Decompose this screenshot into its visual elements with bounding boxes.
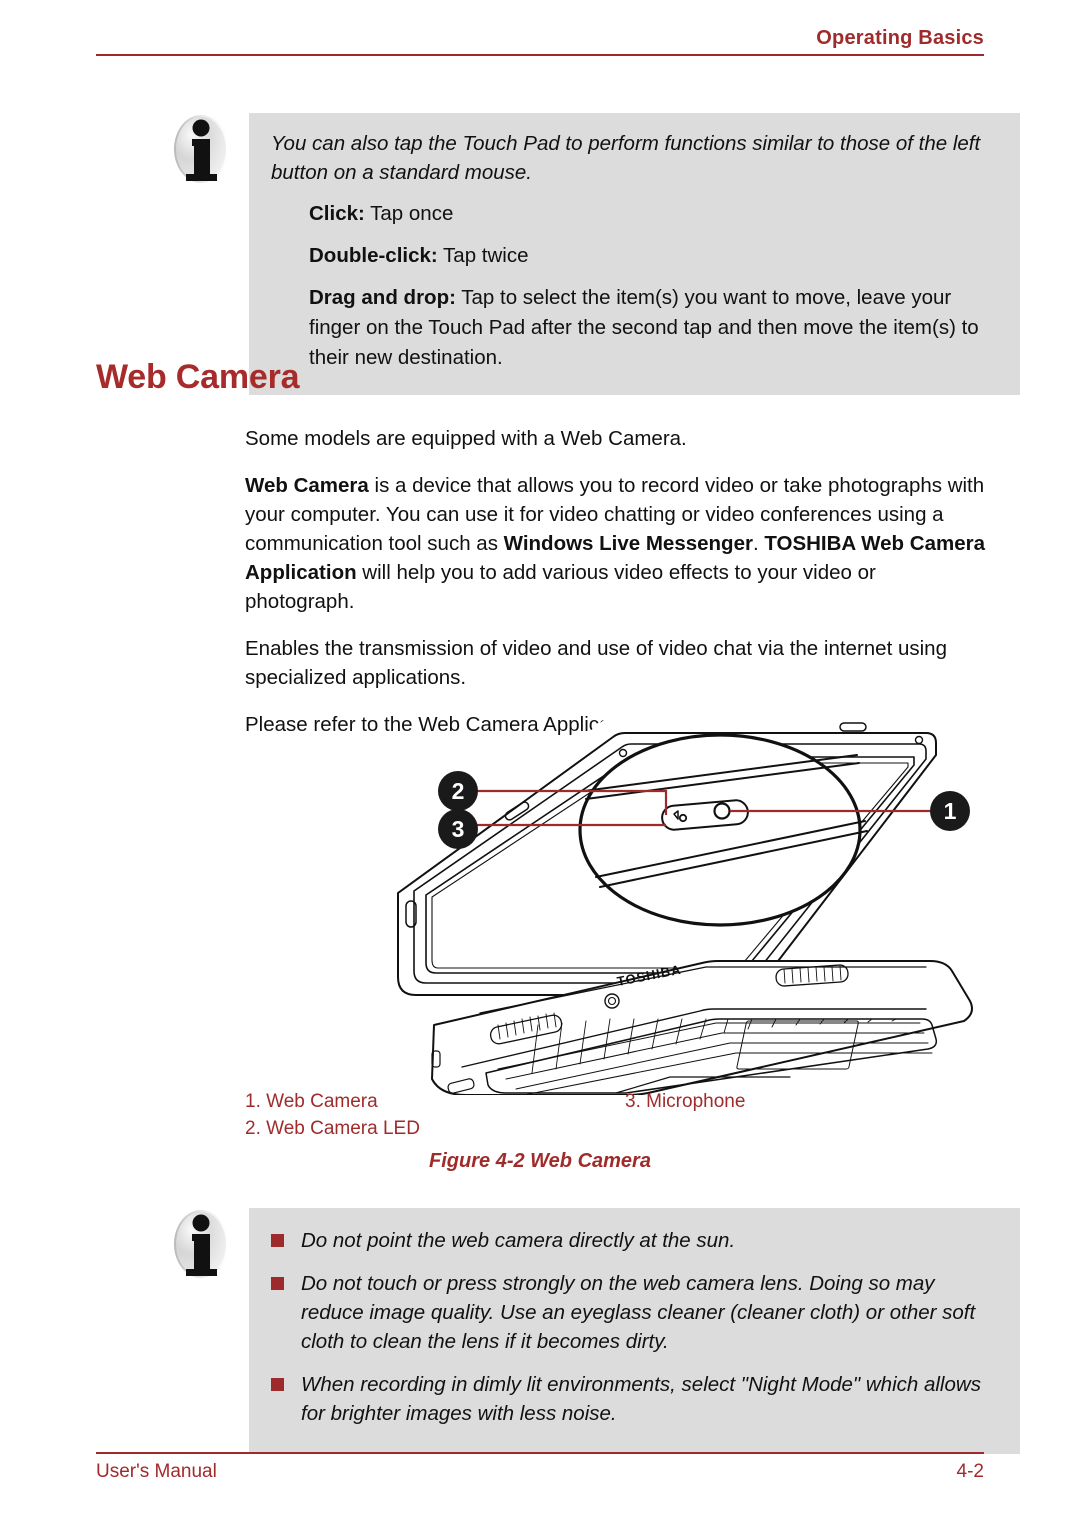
callout-number-2: 2: [452, 778, 465, 804]
header-title: Operating Basics: [816, 27, 984, 49]
caution-text-lens: Do not touch or press strongly on the we…: [301, 1272, 976, 1353]
paragraph-transmission: Enables the transmission of video and us…: [245, 637, 947, 689]
footer-document-title: User's Manual: [96, 1461, 217, 1482]
info-item-drag-and-drop-term: Drag and drop:: [309, 286, 456, 309]
page-footer: User's Manual 4-2: [96, 1452, 984, 1483]
figure-legend-item-1: 1. Web Camera: [245, 1091, 378, 1112]
caution-text-night-mode: When recording in dimly lit environments…: [301, 1373, 981, 1425]
caution-bullet-night-mode: When recording in dimly lit environments…: [271, 1370, 996, 1428]
info-box-camera-cautions-body: Do not point the web camera directly at …: [249, 1208, 1020, 1454]
figure-caption: Figure 4-2 Web Camera: [429, 1150, 651, 1172]
caution-bullet-lens: Do not touch or press strongly on the we…: [271, 1269, 996, 1356]
figure-legend-item-2: 2. Web Camera LED: [245, 1118, 420, 1139]
page-title: Web Camera: [96, 358, 300, 396]
info-item-drag-and-drop: Drag and drop: Tap to select the item(s)…: [309, 283, 1000, 373]
callout-number-3: 3: [452, 816, 465, 842]
figure-web-camera-illustration: TOSHIBA 2 3 1: [370, 681, 990, 1096]
info-item-click-term: Click:: [309, 202, 365, 225]
footer-page-number: 4-2: [956, 1461, 984, 1482]
info-item-double-click-term: Double-click:: [309, 244, 438, 267]
paragraph-description: Web Camera is a device that allows you t…: [245, 474, 985, 613]
caution-bullet-sun: Do not point the web camera directly at …: [271, 1226, 996, 1255]
bullet-square-icon: [271, 1378, 284, 1391]
caution-text-sun: Do not point the web camera directly at …: [301, 1229, 736, 1252]
page-header: Operating Basics: [96, 26, 984, 56]
info-icon: [170, 112, 232, 186]
manual-page: Operating Basics You can also tap the To…: [0, 0, 1080, 1530]
bullet-square-icon: [271, 1277, 284, 1290]
info-item-double-click: Double-click: Tap twice: [309, 241, 1000, 271]
laptop-line-art: TOSHIBA 2 3 1: [397, 681, 973, 1096]
callout-badge-1: 1: [930, 791, 970, 831]
info-box-touchpad-body: You can also tap the Touch Pad to perfor…: [249, 113, 1020, 395]
info-intro-text: You can also tap the Touch Pad to perfor…: [271, 132, 981, 184]
footer-divider: [96, 1452, 984, 1454]
info-item-double-click-desc: Tap twice: [437, 244, 529, 267]
info-item-click: Click: Tap once: [309, 199, 1000, 229]
info-item-click-desc: Tap once: [364, 202, 454, 225]
bullet-square-icon: [271, 1234, 284, 1247]
paragraph-intro: Some models are equipped with a Web Came…: [245, 427, 687, 450]
callout-badge-2: 2: [438, 771, 478, 811]
figure-legend-item-3: 3. Microphone: [625, 1091, 746, 1112]
header-divider: [96, 54, 984, 56]
callout-number-1: 1: [944, 798, 957, 824]
info-icon: [170, 1207, 232, 1281]
callout-badge-3: 3: [438, 809, 478, 849]
